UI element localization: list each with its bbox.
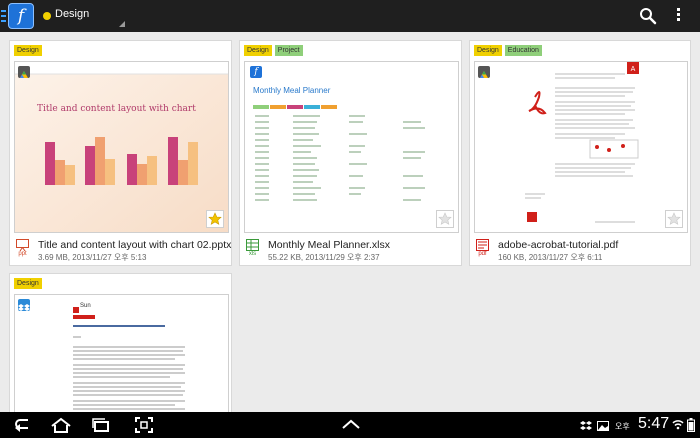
battery-icon — [687, 418, 695, 432]
google-drive-icon — [478, 66, 490, 78]
file-meta: 3.69 MB, 2013/11/27 오후 5:13 — [38, 253, 147, 262]
file-meta: 160 KB, 2013/11/27 오후 6:11 — [498, 253, 603, 262]
file-card-document[interactable]: Design Sun — [9, 273, 232, 419]
favorite-star-button[interactable] — [665, 210, 683, 228]
file-meta: 55.22 KB, 2013/11/29 오후 2:37 — [268, 253, 380, 262]
home-icon[interactable] — [50, 416, 72, 434]
overflow-menu-icon[interactable] — [675, 8, 681, 24]
wifi-icon — [672, 420, 684, 430]
favorite-star-button[interactable] — [206, 210, 224, 228]
tag-education[interactable]: Education — [504, 45, 542, 56]
tag-design[interactable]: Design — [474, 45, 502, 56]
clock-time: 5:47 — [638, 415, 670, 432]
app-file-icon: f — [250, 66, 262, 78]
screenshot-icon[interactable] — [133, 416, 155, 434]
file-thumbnail[interactable]: A — [474, 61, 688, 233]
dropbox-status-icon — [580, 421, 592, 430]
system-navigation-bar: 오후 5:47 — [0, 412, 700, 438]
pptx-preview — [15, 62, 228, 232]
back-icon[interactable] — [12, 416, 34, 434]
tag-list: Design Project — [244, 45, 303, 56]
image-status-icon — [597, 421, 609, 431]
star-filled-icon — [208, 212, 222, 225]
action-bar: f Design — [0, 0, 700, 32]
preview-title: Title and content layout with chart — [37, 104, 196, 114]
file-card-xlsx[interactable]: Design Project Monthly Meal Planner f xl… — [239, 40, 462, 266]
file-name: adobe-acrobat-tutorial.pdf — [498, 239, 619, 251]
chevron-up-icon[interactable] — [340, 416, 362, 434]
file-thumbnail[interactable]: Monthly Meal Planner — [244, 61, 459, 233]
file-thumbnail[interactable]: Sun — [14, 294, 229, 419]
favorite-star-button[interactable] — [436, 210, 454, 228]
tag-list: Design Education — [474, 45, 542, 56]
tag-design[interactable]: Design — [244, 45, 272, 56]
file-card-pptx[interactable]: Design Title and content layout with cha… — [9, 40, 232, 266]
google-drive-icon — [18, 66, 30, 78]
xls-file-type-icon: xls — [245, 239, 260, 259]
tag-list: Design — [14, 45, 42, 56]
spinner-indicator-icon — [119, 21, 125, 27]
ppt-file-type-icon: ppt — [15, 239, 30, 259]
category-color-dot — [43, 12, 51, 20]
pdf-preview: A — [525, 62, 639, 230]
file-thumbnail[interactable]: Title and content layout with chart — [14, 61, 229, 233]
preview-brand: Sun — [80, 303, 91, 309]
file-name: Monthly Meal Planner.xlsx — [268, 239, 390, 251]
category-spinner[interactable]: Design — [55, 8, 89, 20]
svg-text:A: A — [631, 66, 636, 73]
tag-design[interactable]: Design — [14, 45, 42, 56]
search-icon[interactable] — [639, 7, 657, 25]
app-icon[interactable]: f — [8, 3, 34, 29]
home-up-indicator[interactable] — [1, 10, 6, 22]
tag-list: Design — [14, 278, 42, 289]
star-outline-icon — [667, 212, 681, 225]
clock-ampm: 오후 — [615, 422, 630, 431]
recent-apps-icon[interactable] — [90, 416, 112, 434]
star-outline-icon — [438, 212, 452, 225]
file-name: Title and content layout with chart 02.p… — [38, 239, 232, 251]
file-card-pdf[interactable]: Design Education A pdf adobe-acrobat-tut… — [469, 40, 691, 266]
document-preview — [73, 307, 185, 414]
tag-design[interactable]: Design — [14, 278, 42, 289]
preview-title: Monthly Meal Planner — [253, 86, 331, 95]
dropbox-icon — [18, 299, 30, 311]
tag-project[interactable]: Project — [274, 45, 303, 56]
pdf-file-type-icon: pdf — [475, 239, 490, 259]
